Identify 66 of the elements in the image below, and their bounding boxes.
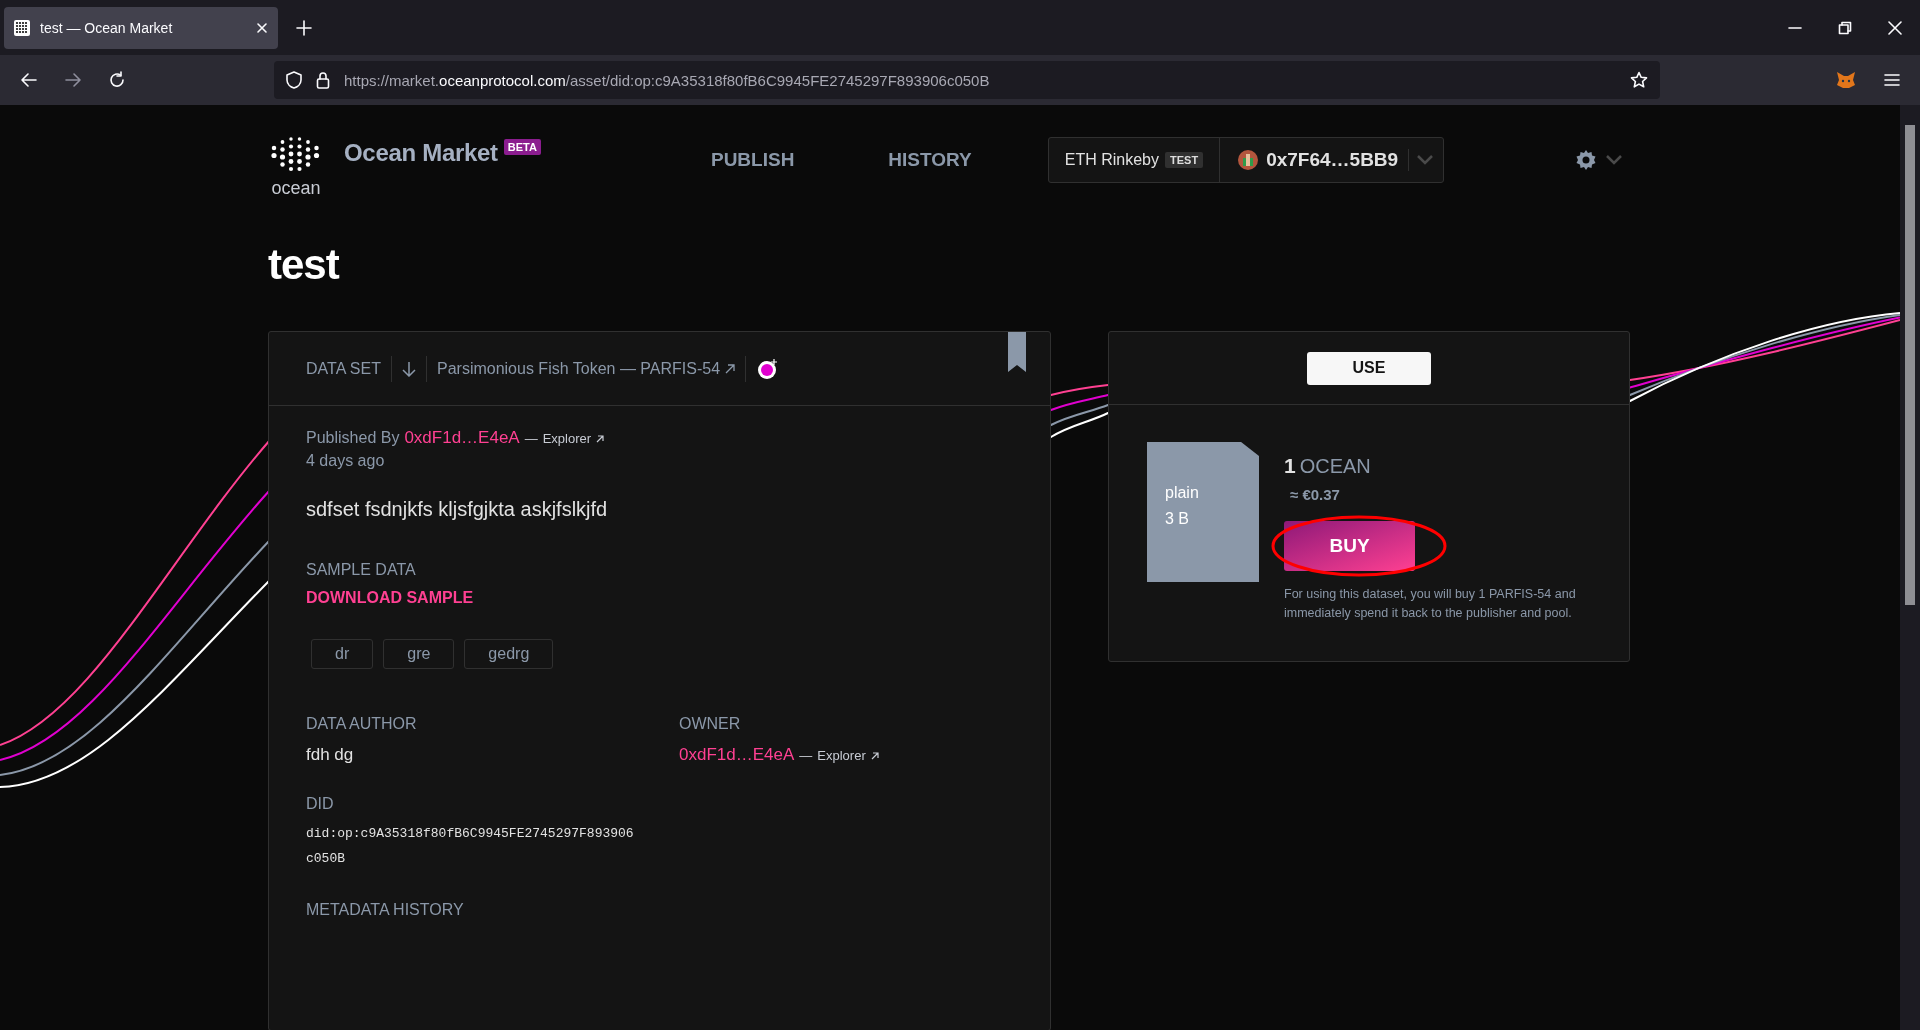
explorer-link[interactable]: Explorer [817,748,879,763]
settings-icon [1574,148,1598,172]
token-link[interactable]: Parsimonious Fish Token — PARFIS-54 [437,359,736,378]
external-link-icon [725,363,736,374]
account-address: 0x7F64…5BB9 [1266,149,1410,171]
tag[interactable]: gre [383,639,455,669]
menu-icon[interactable] [1884,73,1900,87]
settings-button[interactable] [1574,148,1622,172]
account-button[interactable]: 0x7F64…5BB9 [1220,138,1444,182]
logo-text: ocean [271,177,321,199]
favicon-icon [14,19,30,36]
external-link-icon [596,435,605,443]
did-value: did:op:c9A35318f80fB6C9945FE2745297F893906c050B [306,825,635,868]
test-badge: TEST [1165,152,1204,168]
publisher-address[interactable]: 0xdF1d…E4eA [404,428,520,448]
use-tab[interactable]: USE [1307,351,1431,385]
tag[interactable]: dr [311,639,374,669]
chevron-down-icon [1606,155,1622,165]
sample-data-label: SAMPLE DATA [306,561,417,579]
download-sample-link[interactable]: DOWNLOAD SAMPLE [306,589,474,607]
back-arrow-icon[interactable] [20,71,38,89]
shield-icon [286,71,302,89]
beta-badge: BETA [503,139,541,155]
nav-link[interactable]: PUBLISH [710,149,795,171]
close-icon[interactable] [256,21,268,34]
asset-description: sdfset fsdnjkfs kljsfgjkta askjfslkjfd [306,498,609,521]
fox-icon[interactable] [1836,71,1856,89]
nav-link[interactable]: HISTORY [888,149,972,171]
did-label: DID [306,795,335,813]
scrollbar[interactable] [1900,105,1920,1030]
asset-type: DATA SET [306,359,381,378]
bookmark-icon[interactable] [1008,332,1026,372]
dash-separator: — [524,431,538,446]
restore-icon[interactable] [1838,20,1852,35]
metadata-history-label: METADATA HISTORY [306,901,465,919]
dash-separator: — [799,748,813,763]
data-author-name: fdh dg [306,745,355,765]
avatar-icon [1238,150,1259,170]
file-type: plain [1165,483,1200,503]
page-title: test [268,241,341,289]
tag[interactable]: gedrg [464,639,554,669]
buy-button[interactable]: BUY [1284,521,1415,571]
forward-arrow-icon [64,71,82,89]
data-author-label: DATA AUTHOR [306,715,418,733]
network-name: ETH Rinkeby [1064,151,1159,169]
reload-icon[interactable] [108,71,126,89]
lock-icon [316,71,330,89]
file-size: 3 B [1165,509,1190,529]
owner-label: OWNER [679,715,742,733]
fiat-price: ≈ €0.37 [1290,486,1341,503]
price-amount: 1 [1284,454,1296,478]
purchase-note: For using this dataset, you will buy 1 PARFIS-54 and immediately spend it back to the publisher and pool. [1284,586,1577,622]
close-icon[interactable] [1888,20,1902,35]
price-unit: OCEAN [1299,455,1371,478]
address-bar[interactable]: https://market.oceanprotocol.com/asset/did:op:c9A35318f80fB6C9945FE2745297F893906c050B [274,61,1660,99]
plus-icon[interactable] [296,19,312,36]
star-icon[interactable] [1630,71,1648,89]
explorer-link[interactable]: Explorer [542,431,605,446]
external-link-icon [870,752,879,760]
published-date: 4 days ago [306,452,386,470]
owner-address[interactable]: 0xdF1d…E4eA [679,745,795,765]
browser-tab[interactable]: test — Ocean Market [4,6,278,49]
site-name[interactable]: Ocean Market [344,139,498,167]
download-arrow-icon [402,360,416,377]
published-by-label: Published By [306,429,400,447]
network-selector[interactable]: ETH Rinkeby TEST [1048,138,1221,182]
